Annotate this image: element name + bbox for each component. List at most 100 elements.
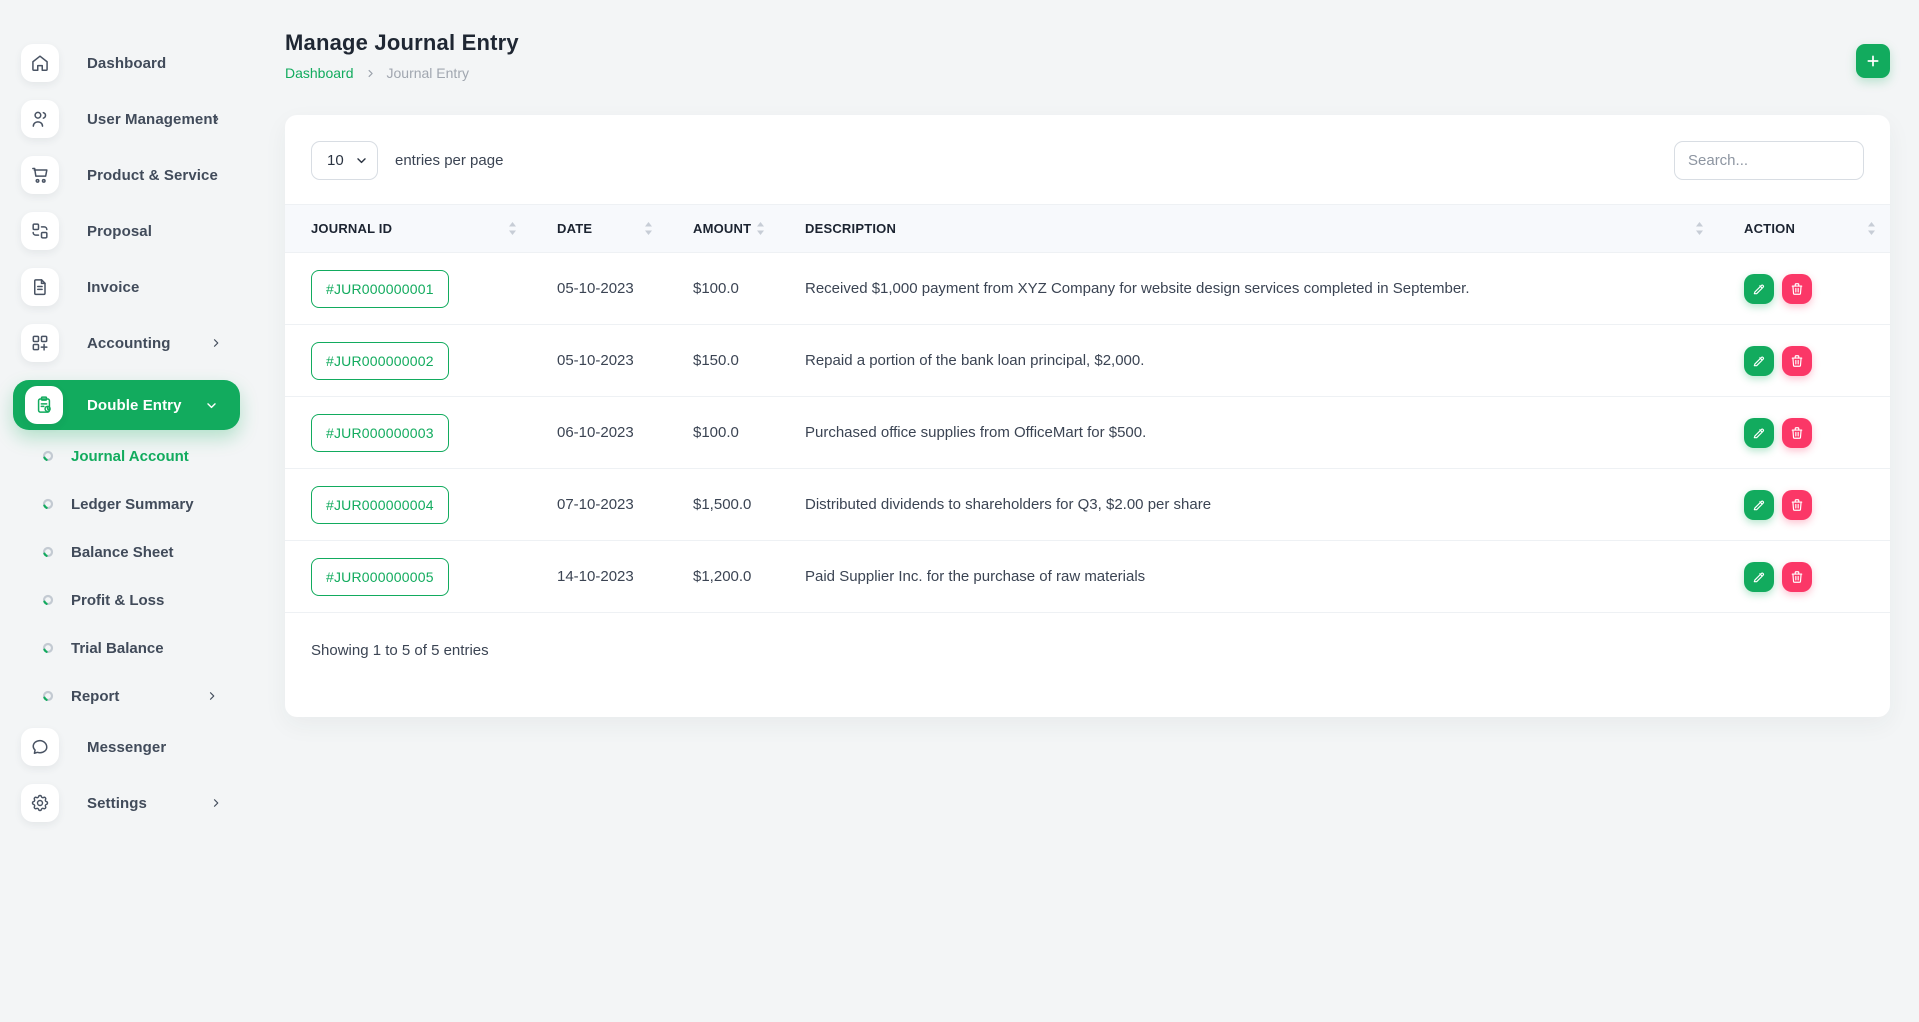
breadcrumb-current: Journal Entry	[387, 65, 469, 81]
invoice-icon	[21, 268, 59, 306]
description-cell: Purchased office supplies from OfficeMar…	[779, 397, 1718, 469]
date-cell: 05-10-2023	[531, 325, 667, 397]
sidebar-subitem-trial-balance[interactable]: Trial Balance	[0, 624, 260, 672]
chevron-right-icon	[210, 337, 222, 349]
users-icon	[21, 100, 59, 138]
sidebar-item-double-entry[interactable]: Double Entry	[13, 380, 240, 430]
plus-icon	[1865, 53, 1881, 69]
description-cell: Repaid a portion of the bank loan princi…	[779, 325, 1718, 397]
sidebar-subitem-label: Trial Balance	[71, 640, 164, 657]
chevron-right-icon	[210, 797, 222, 809]
description-cell: Paid Supplier Inc. for the purchase of r…	[779, 541, 1718, 613]
column-header-amount[interactable]: AMOUNT	[667, 205, 779, 253]
table-row: #JUR000000003 06-10-2023 $100.0 Purchase…	[285, 397, 1890, 469]
main-content: Manage Journal Entry Dashboard Journal E…	[260, 0, 1919, 1022]
sidebar-item-product-service[interactable]: Product & Service	[0, 156, 260, 194]
add-journal-entry-button[interactable]	[1856, 44, 1890, 78]
pencil-icon	[1752, 282, 1766, 296]
page-size-select[interactable]: 10	[311, 141, 378, 180]
sort-icon[interactable]	[756, 221, 765, 236]
amount-cell: $150.0	[667, 325, 779, 397]
delete-button[interactable]	[1782, 418, 1812, 448]
sidebar-subitem-report[interactable]: Report	[0, 672, 260, 720]
trash-icon	[1790, 354, 1804, 368]
amount-cell: $1,500.0	[667, 469, 779, 541]
gear-icon	[21, 784, 59, 822]
bullet-icon	[42, 594, 54, 606]
sidebar-subitem-ledger-summary[interactable]: Ledger Summary	[0, 480, 260, 528]
sidebar-item-label: Invoice	[87, 279, 139, 296]
double-entry-submenu: Journal Account Ledger Summary Balance S…	[0, 432, 260, 720]
sidebar-subitem-balance-sheet[interactable]: Balance Sheet	[0, 528, 260, 576]
journal-entry-card: 10 entries per page JOURNAL ID	[285, 115, 1890, 717]
delete-button[interactable]	[1782, 490, 1812, 520]
sidebar-item-messenger[interactable]: Messenger	[0, 728, 260, 766]
sidebar-subitem-label: Report	[71, 688, 119, 705]
entries-summary: Showing 1 to 5 of 5 entries	[285, 613, 1890, 717]
table-row: #JUR000000005 14-10-2023 $1,200.0 Paid S…	[285, 541, 1890, 613]
delete-button[interactable]	[1782, 274, 1812, 304]
edit-button[interactable]	[1744, 490, 1774, 520]
delete-button[interactable]	[1782, 562, 1812, 592]
sidebar-item-label: Proposal	[87, 223, 152, 240]
journal-id-badge: #JUR000000002	[311, 342, 449, 380]
page-title: Manage Journal Entry	[285, 30, 519, 56]
breadcrumb-dashboard-link[interactable]: Dashboard	[285, 65, 354, 81]
pencil-icon	[1752, 570, 1766, 584]
sidebar-item-settings[interactable]: Settings	[0, 784, 260, 822]
edit-button[interactable]	[1744, 274, 1774, 304]
sidebar-item-accounting[interactable]: Accounting	[0, 324, 260, 362]
description-cell: Received $1,000 payment from XYZ Company…	[779, 253, 1718, 325]
bullet-icon	[42, 546, 54, 558]
page-header: Manage Journal Entry Dashboard Journal E…	[285, 30, 1890, 81]
date-cell: 07-10-2023	[531, 469, 667, 541]
column-header-journal-id[interactable]: JOURNAL ID	[285, 205, 531, 253]
amount-cell: $100.0	[667, 253, 779, 325]
column-header-action[interactable]: ACTION	[1718, 205, 1890, 253]
sort-icon[interactable]	[644, 221, 653, 236]
proposal-icon	[21, 212, 59, 250]
amount-cell: $100.0	[667, 397, 779, 469]
pencil-icon	[1752, 354, 1766, 368]
journal-id-badge: #JUR000000004	[311, 486, 449, 524]
date-cell: 05-10-2023	[531, 253, 667, 325]
sidebar-subitem-label: Journal Account	[71, 448, 189, 465]
trash-icon	[1790, 570, 1804, 584]
sidebar-subitem-journal-account[interactable]: Journal Account	[0, 432, 260, 480]
breadcrumb: Dashboard Journal Entry	[285, 65, 519, 81]
column-header-description[interactable]: DESCRIPTION	[779, 205, 1718, 253]
cart-icon	[21, 156, 59, 194]
sidebar-item-invoice[interactable]: Invoice	[0, 268, 260, 306]
sidebar-item-label: Messenger	[87, 739, 166, 756]
trash-icon	[1790, 426, 1804, 440]
sidebar-item-dashboard[interactable]: Dashboard	[0, 44, 260, 82]
sidebar-item-proposal[interactable]: Proposal	[0, 212, 260, 250]
trash-icon	[1790, 498, 1804, 512]
table-row: #JUR000000002 05-10-2023 $150.0 Repaid a…	[285, 325, 1890, 397]
table-row: #JUR000000001 05-10-2023 $100.0 Received…	[285, 253, 1890, 325]
sort-icon[interactable]	[1867, 221, 1876, 236]
edit-button[interactable]	[1744, 346, 1774, 376]
delete-button[interactable]	[1782, 346, 1812, 376]
bullet-icon	[42, 498, 54, 510]
trash-icon	[1790, 282, 1804, 296]
sidebar: Dashboard User Management Product & Serv…	[0, 0, 260, 1022]
date-cell: 14-10-2023	[531, 541, 667, 613]
breadcrumb-separator-icon	[365, 68, 376, 79]
amount-cell: $1,200.0	[667, 541, 779, 613]
column-header-date[interactable]: DATE	[531, 205, 667, 253]
sidebar-subitem-profit-loss[interactable]: Profit & Loss	[0, 576, 260, 624]
sidebar-item-user-management[interactable]: User Management	[0, 100, 260, 138]
sort-icon[interactable]	[1695, 221, 1704, 236]
edit-button[interactable]	[1744, 418, 1774, 448]
sidebar-item-label: Settings	[87, 795, 147, 812]
search-input[interactable]	[1674, 141, 1864, 180]
accounting-icon	[21, 324, 59, 362]
journal-entries-table: JOURNAL ID DATE AMOUNT	[285, 204, 1890, 613]
sidebar-item-label: Accounting	[87, 335, 171, 352]
table-row: #JUR000000004 07-10-2023 $1,500.0 Distri…	[285, 469, 1890, 541]
sort-icon[interactable]	[508, 221, 517, 236]
chevron-down-icon	[205, 399, 218, 412]
edit-button[interactable]	[1744, 562, 1774, 592]
bullet-icon	[42, 690, 54, 702]
